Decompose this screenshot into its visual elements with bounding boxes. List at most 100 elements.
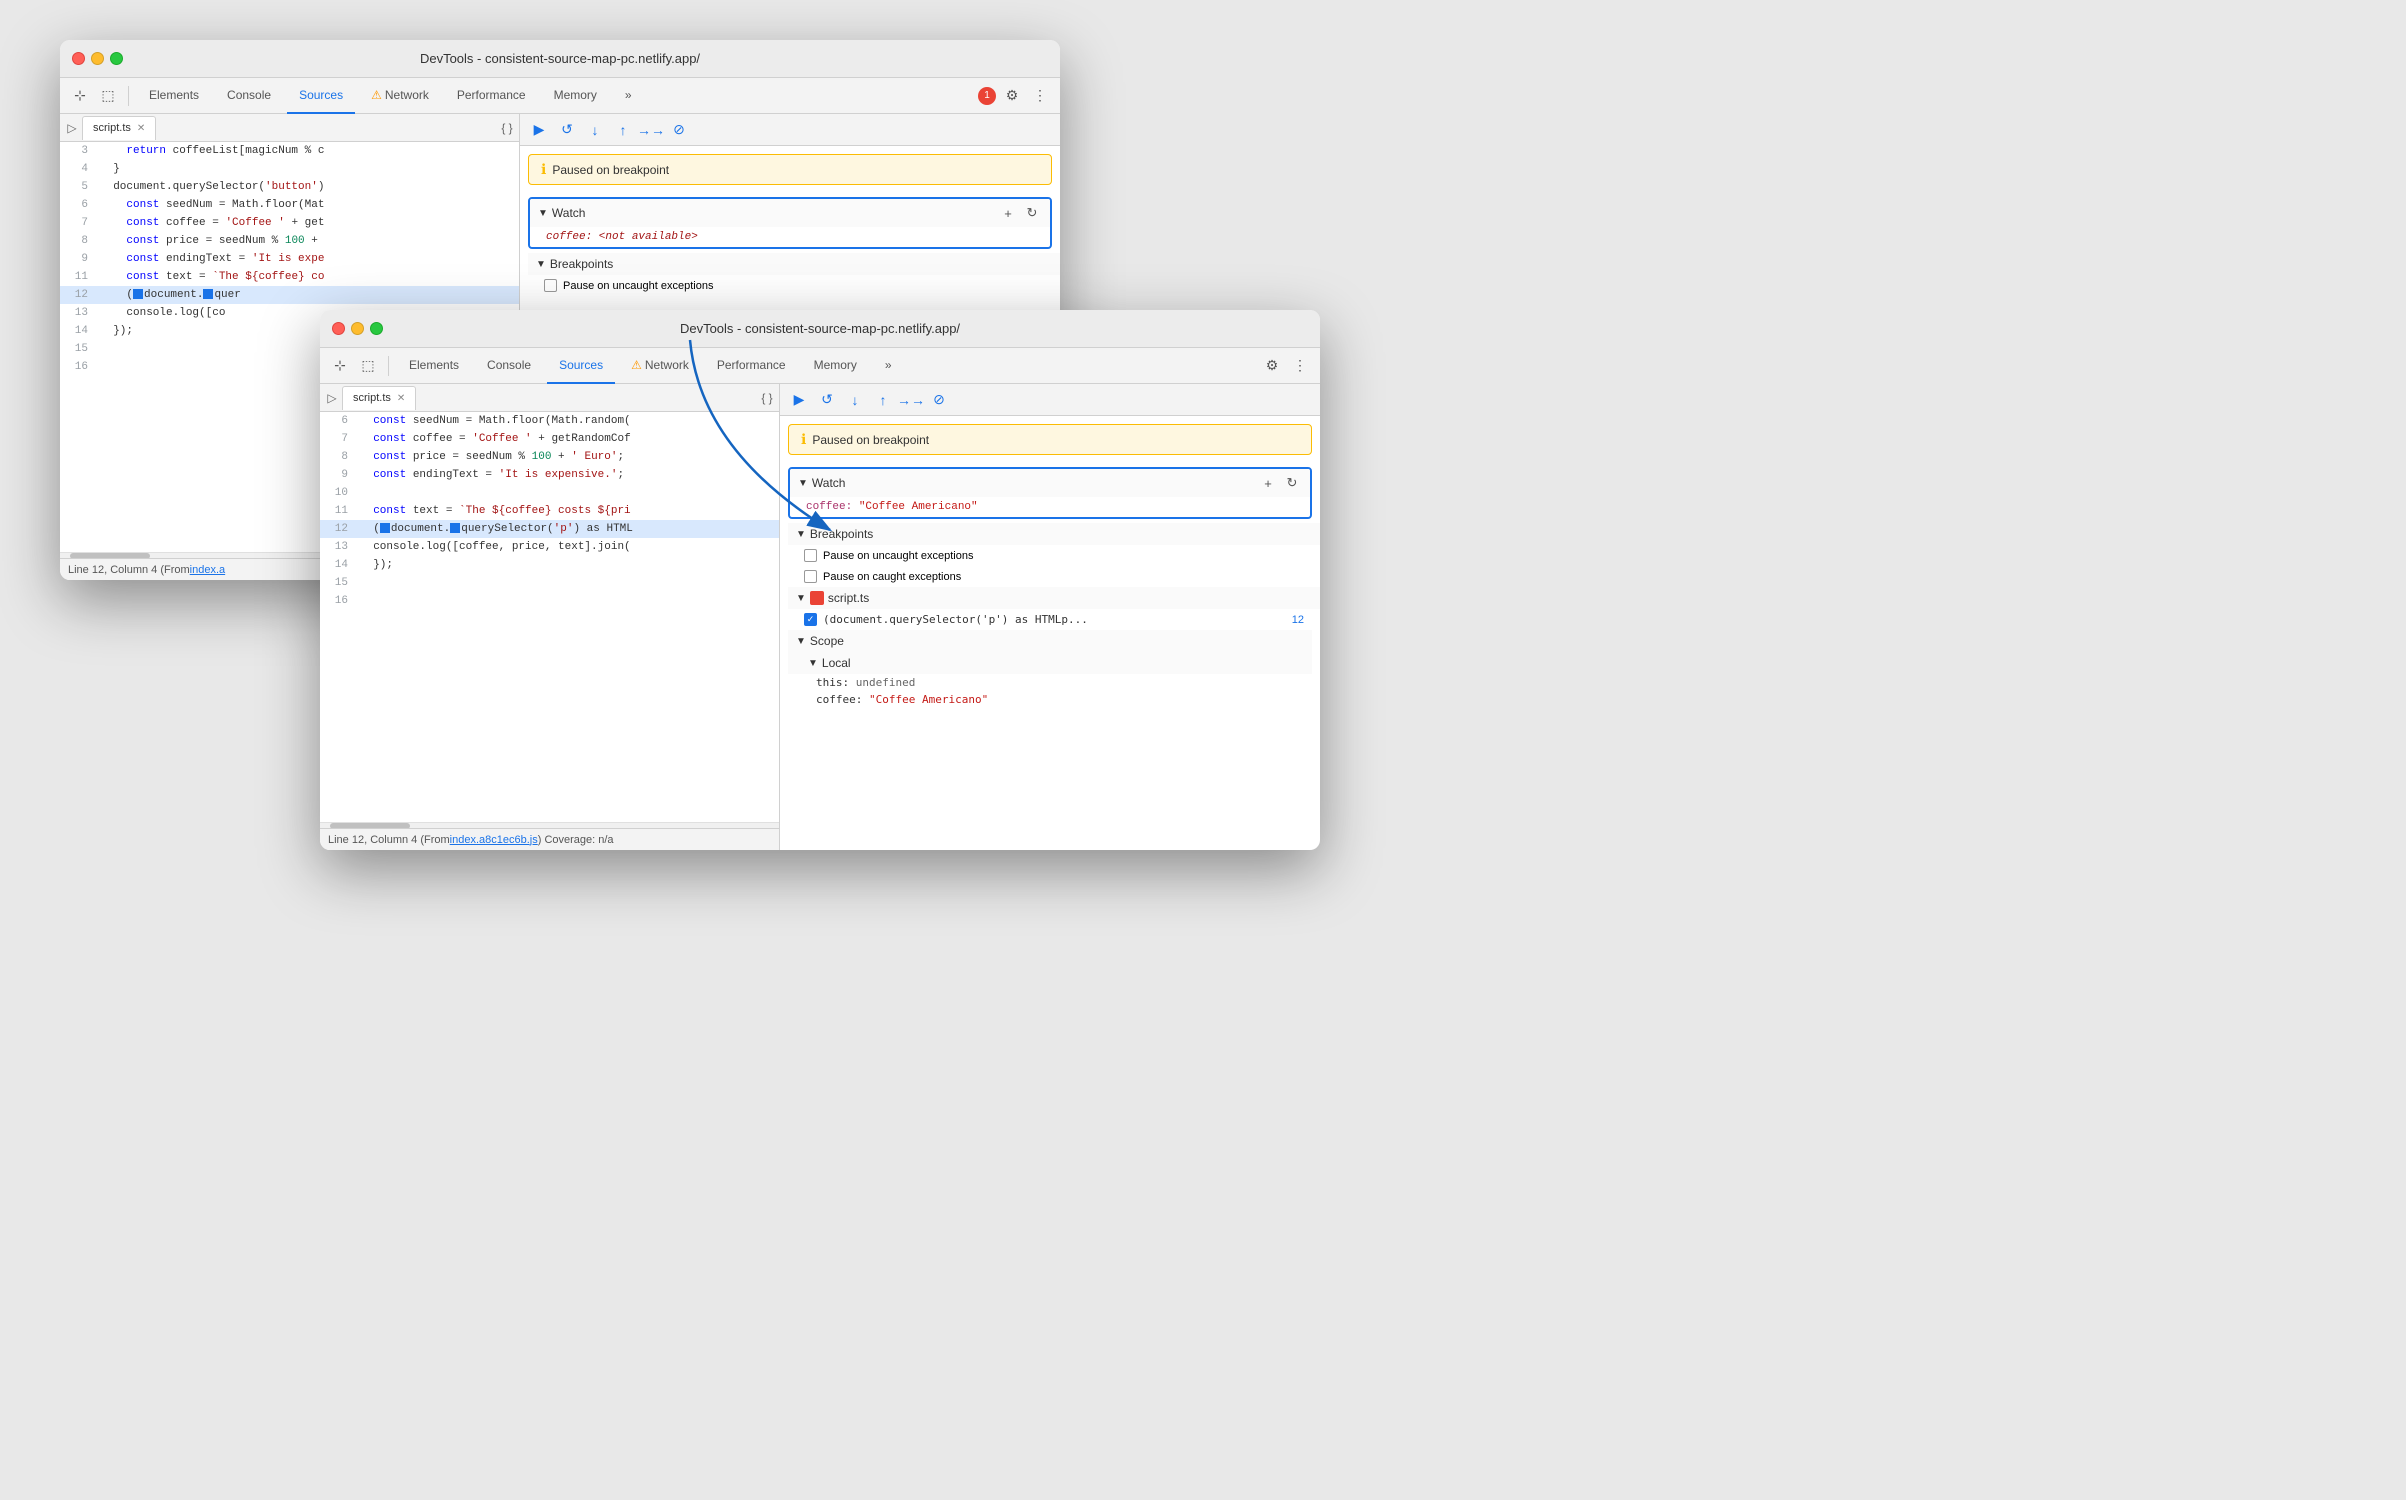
status-text-front: Line 12, Column 4 (From (328, 834, 450, 846)
file-tab-script-front[interactable]: script.ts ✕ (342, 386, 416, 410)
file-close-btn-front[interactable]: ✕ (397, 393, 405, 404)
maximize-button-front[interactable] (370, 322, 383, 335)
breakpoints-header-front[interactable]: ▼ Breakpoints (788, 523, 1320, 545)
code-area-front[interactable]: 6 const seedNum = Math.floor(Math.random… (320, 412, 779, 822)
file-close-btn-back[interactable]: ✕ (137, 123, 145, 134)
devtools-window-front: DevTools - consistent-source-map-pc.netl… (320, 310, 1320, 850)
step-into-btn-back[interactable]: ↓ (584, 119, 606, 141)
device-icon[interactable]: ⬚ (96, 84, 120, 108)
bp-code-item-front[interactable]: (document.querySelector('p') as HTMLp...… (788, 609, 1320, 630)
watch-add-btn-front[interactable]: + (1258, 473, 1278, 493)
status-text-back: Line 12, Column 4 (From (68, 564, 190, 576)
pause-banner-back: ℹ Paused on breakpoint (528, 154, 1052, 185)
file-name-front: script.ts (353, 392, 391, 404)
pause-text-back: Paused on breakpoint (552, 163, 669, 177)
local-label-front: Local (822, 656, 851, 670)
more-icon-back[interactable]: ⋮ (1028, 84, 1052, 108)
bp-caught-front[interactable]: Pause on caught exceptions (788, 566, 1320, 587)
close-button-front[interactable] (332, 322, 345, 335)
watch-item-val-front: "Coffee Americano" (859, 501, 978, 513)
bp-code-checkbox-front[interactable] (804, 613, 817, 626)
step-over-btn-back[interactable]: ↺ (556, 119, 578, 141)
bp-caught-checkbox-front[interactable] (804, 570, 817, 583)
watch-refresh-btn-front[interactable]: ↻ (1282, 473, 1302, 493)
close-button-back[interactable] (72, 52, 85, 65)
tab-more-front[interactable]: » (873, 348, 904, 384)
collapse-tree-icon-front[interactable]: ▷ (324, 390, 340, 406)
tab-memory-front[interactable]: Memory (802, 348, 869, 384)
watch-refresh-btn-back[interactable]: ↻ (1022, 203, 1042, 223)
tab-sources-front[interactable]: Sources (547, 348, 615, 384)
traffic-lights-back (72, 52, 123, 65)
scope-coffee-front: coffee: "Coffee Americano" (788, 691, 1312, 708)
step-out-btn-front[interactable]: ↑ (872, 389, 894, 411)
code-line-9-back: 9 const endingText = 'It is expe (60, 250, 519, 268)
status-link-front[interactable]: index.a8c1ec6b.js (450, 834, 538, 846)
step-over-btn-front[interactable]: ↺ (816, 389, 838, 411)
watch-actions-back: + ↻ (998, 203, 1042, 223)
deactivate-btn-back[interactable]: ⊘ (668, 119, 690, 141)
tab-performance-back[interactable]: Performance (445, 78, 538, 114)
bp-code-text-front: (document.querySelector('p') as HTMLp... (823, 613, 1088, 626)
tab-sources-back[interactable]: Sources (287, 78, 355, 114)
source-panel-front: ▷ script.ts ✕ { } 6 const seedNum = Math… (320, 384, 780, 850)
watch-arrow-back: ▼ (538, 208, 548, 219)
breakpoints-label-back: Breakpoints (550, 257, 613, 271)
tab-network-front[interactable]: ⚠ Network (619, 348, 701, 384)
settings-icon-back[interactable]: ⚙ (1000, 84, 1024, 108)
device-icon-front[interactable]: ⬚ (356, 354, 380, 378)
watch-header-front[interactable]: ▼ Watch + ↻ (790, 469, 1310, 497)
tab-more-back[interactable]: » (613, 78, 644, 114)
maximize-button-back[interactable] (110, 52, 123, 65)
pause-banner-front: ℹ Paused on breakpoint (788, 424, 1312, 455)
resume-btn-back[interactable]: ▶ (528, 119, 550, 141)
minimize-button-back[interactable] (91, 52, 104, 65)
inspect-icon[interactable]: ⊹ (68, 84, 92, 108)
devtools-toolbar-front: ⊹ ⬚ Elements Console Sources ⚠ Network P… (320, 348, 1320, 384)
inspect-icon-front[interactable]: ⊹ (328, 354, 352, 378)
watch-header-back[interactable]: ▼ Watch + ↻ (530, 199, 1050, 227)
resume-btn-front[interactable]: ▶ (788, 389, 810, 411)
breakpoints-section-front: ▼ Breakpoints Pause on uncaught exceptio… (788, 523, 1320, 587)
code-line-5-back: 5 document.querySelector('button') (60, 178, 519, 196)
code-line-7-back: 7 const coffee = 'Coffee ' + get (60, 214, 519, 232)
tab-console-front[interactable]: Console (475, 348, 543, 384)
code-line-9-front: 9 const endingText = 'It is expensive.'; (320, 466, 779, 484)
format-icon-front[interactable]: { } (759, 390, 775, 406)
tab-console-back[interactable]: Console (215, 78, 283, 114)
file-name-back: script.ts (93, 122, 131, 134)
tab-network-back[interactable]: ⚠ Network (359, 78, 441, 114)
tab-elements-front[interactable]: Elements (397, 348, 471, 384)
step-btn-front[interactable]: →→ (900, 389, 922, 411)
watch-add-btn-back[interactable]: + (998, 203, 1018, 223)
bp-uncaught-front[interactable]: Pause on uncaught exceptions (788, 545, 1320, 566)
format-icon-back[interactable]: { } (499, 120, 515, 136)
deactivate-btn-front[interactable]: ⊘ (928, 389, 950, 411)
watch-item-coffee-back: coffee: <not available> (530, 227, 1050, 247)
step-btn-back[interactable]: →→ (640, 119, 662, 141)
step-into-btn-front[interactable]: ↓ (844, 389, 866, 411)
tab-memory-back[interactable]: Memory (542, 78, 609, 114)
watch-item-key-front: coffee: (806, 501, 859, 513)
local-header-front[interactable]: ▼ Local (788, 652, 1312, 674)
scope-header-front[interactable]: ▼ Scope (788, 630, 1312, 652)
settings-icon-front[interactable]: ⚙ (1260, 354, 1284, 378)
script-bp-header-front[interactable]: ▼ script.ts (788, 587, 1320, 609)
status-link-back[interactable]: index.a (190, 564, 225, 576)
bp-uncaught-checkbox-back[interactable] (544, 279, 557, 292)
scope-label-front: Scope (810, 634, 844, 648)
file-tab-script-back[interactable]: script.ts ✕ (82, 116, 156, 140)
bp-uncaught-back[interactable]: Pause on uncaught exceptions (528, 275, 1060, 296)
code-line-16-front: 16 (320, 592, 779, 610)
minimize-button-front[interactable] (351, 322, 364, 335)
tab-elements-back[interactable]: Elements (137, 78, 211, 114)
bp-uncaught-checkbox-front[interactable] (804, 549, 817, 562)
tab-performance-front[interactable]: Performance (705, 348, 798, 384)
collapse-tree-icon-back[interactable]: ▷ (64, 120, 80, 136)
more-icon-front[interactable]: ⋮ (1288, 354, 1312, 378)
step-out-btn-back[interactable]: ↑ (612, 119, 634, 141)
watch-section-back: ▼ Watch + ↻ coffee: <not available> (528, 197, 1052, 249)
watch-label-back: Watch (552, 206, 586, 220)
watch-arrow-front: ▼ (798, 478, 808, 489)
breakpoints-header-back[interactable]: ▼ Breakpoints (528, 253, 1060, 275)
